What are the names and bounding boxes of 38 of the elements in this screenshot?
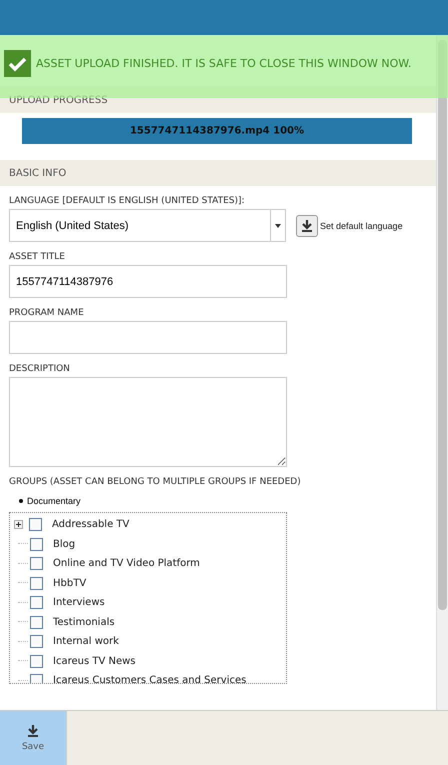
group-label[interactable]: HbbTV: [53, 578, 86, 589]
checkbox[interactable]: [30, 538, 43, 551]
description-field[interactable]: [9, 377, 287, 467]
save-button[interactable]: Save: [0, 711, 67, 765]
checkbox[interactable]: [30, 654, 43, 668]
notification-text: ASSET UPLOAD FINISHED. IT IS SAFE TO CLOSE THIS WINDOW NOW.: [36, 57, 412, 70]
checkbox[interactable]: [30, 596, 43, 610]
group-label[interactable]: Interviews: [53, 597, 105, 608]
checkbox[interactable]: [30, 635, 43, 648]
dropdown-caret-icon: [275, 224, 281, 228]
group-label[interactable]: Internal work: [53, 636, 119, 648]
asset-title-field[interactable]: 1557747114387976: [9, 265, 287, 298]
group-label[interactable]: Icareus TV News: [53, 656, 136, 667]
group-label[interactable]: Addressable TV: [52, 519, 130, 530]
section-title: BASIC INFO: [9, 168, 66, 178]
group-label[interactable]: Testimonials: [53, 616, 115, 628]
field-label: LANGUAGE [DEFAULT IS ENGLISH (UNITED STATES)]:: [9, 196, 246, 206]
group-label[interactable]: Online and TV Video Platform: [53, 558, 200, 570]
selected-group: Documentary: [27, 496, 81, 506]
checkbox[interactable]: [29, 518, 42, 532]
checkmark-icon: [4, 50, 31, 77]
language-select[interactable]: English (United States): [9, 209, 286, 242]
field-label: ASSET TITLE: [9, 252, 66, 262]
checkbox[interactable]: [30, 576, 43, 590]
field-label: PROGRAM NAME: [9, 308, 85, 318]
group-label[interactable]: Blog: [53, 538, 76, 550]
program-name-field[interactable]: [9, 321, 287, 354]
field-label: GROUPS (ASSET CAN BELONG TO MULTIPLE GROUPS IF NEEDED): [9, 477, 302, 487]
checkbox[interactable]: [30, 557, 43, 570]
progress-label: 1557747114387976.mp4 100%: [130, 126, 304, 136]
save-icon: [26, 724, 40, 738]
expand-icon[interactable]: [14, 520, 23, 530]
checkbox[interactable]: [30, 616, 43, 629]
download-icon: [300, 218, 314, 232]
set-default-language-button[interactable]: Set default language: [296, 214, 403, 236]
section-title: UPLOAD PROGRESS: [9, 94, 108, 106]
field-label: DESCRIPTION: [9, 364, 71, 374]
bullet-icon: [19, 499, 23, 503]
